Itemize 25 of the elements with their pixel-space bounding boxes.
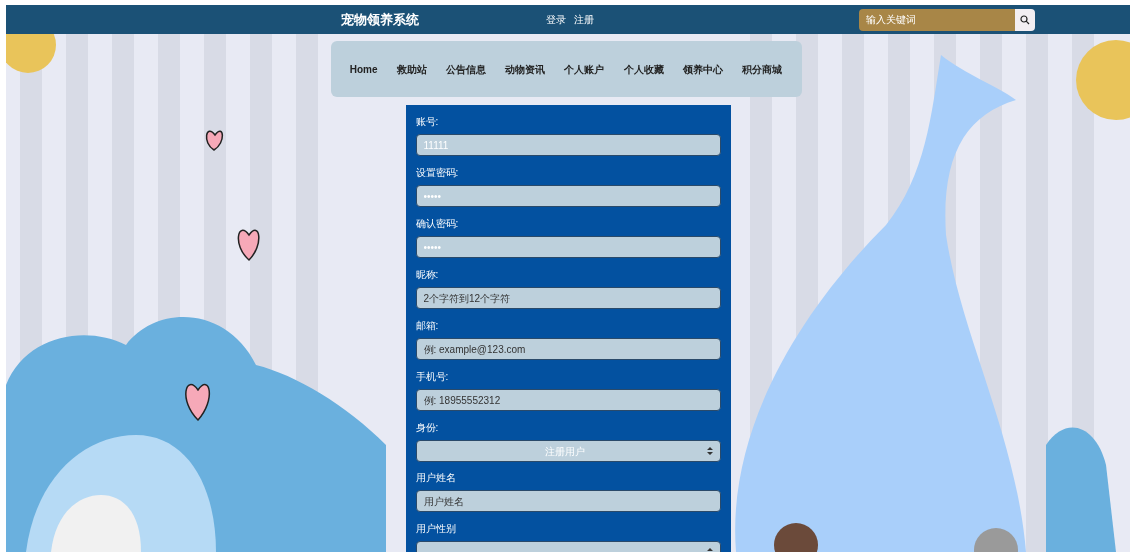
- input-field[interactable]: 2个字符到12个字符: [415, 287, 721, 309]
- field-label: 邮箱:: [415, 319, 440, 333]
- search-field[interactable]: 输入关键词: [859, 8, 1015, 31]
- field-label: 手机号:: [415, 370, 450, 384]
- input-field[interactable]: 用户姓名: [415, 490, 721, 512]
- nav-link[interactable]: 领养中心: [682, 61, 723, 77]
- nav-link[interactable]: 动物资讯: [505, 61, 546, 77]
- field-label: 身份:: [415, 421, 440, 435]
- input-field[interactable]: 例: example@123.com: [415, 338, 721, 360]
- header-link[interactable]: 注册: [574, 12, 594, 27]
- field-label: 确认密码:: [415, 217, 460, 231]
- field-label: 账号:: [415, 115, 440, 129]
- nav-link[interactable]: Home: [349, 61, 378, 77]
- nav-link[interactable]: 公告信息: [446, 61, 486, 77]
- nav-link[interactable]: 积分商城: [742, 61, 783, 77]
- field-label: 设置密码:: [415, 166, 460, 180]
- field-label: 用户性别: [415, 522, 457, 536]
- site-title: 宠物领养系统: [341, 10, 420, 29]
- nav-link[interactable]: 救助站: [396, 61, 427, 77]
- header-link[interactable]: 登录: [546, 12, 566, 27]
- nav-link[interactable]: 个人账户: [564, 61, 605, 77]
- field-label: 用户姓名: [415, 471, 457, 485]
- input-field[interactable]: 例: 18955552312: [415, 389, 721, 411]
- nav-link[interactable]: 个人收藏: [623, 61, 664, 77]
- field-label: 昵称:: [415, 268, 440, 282]
